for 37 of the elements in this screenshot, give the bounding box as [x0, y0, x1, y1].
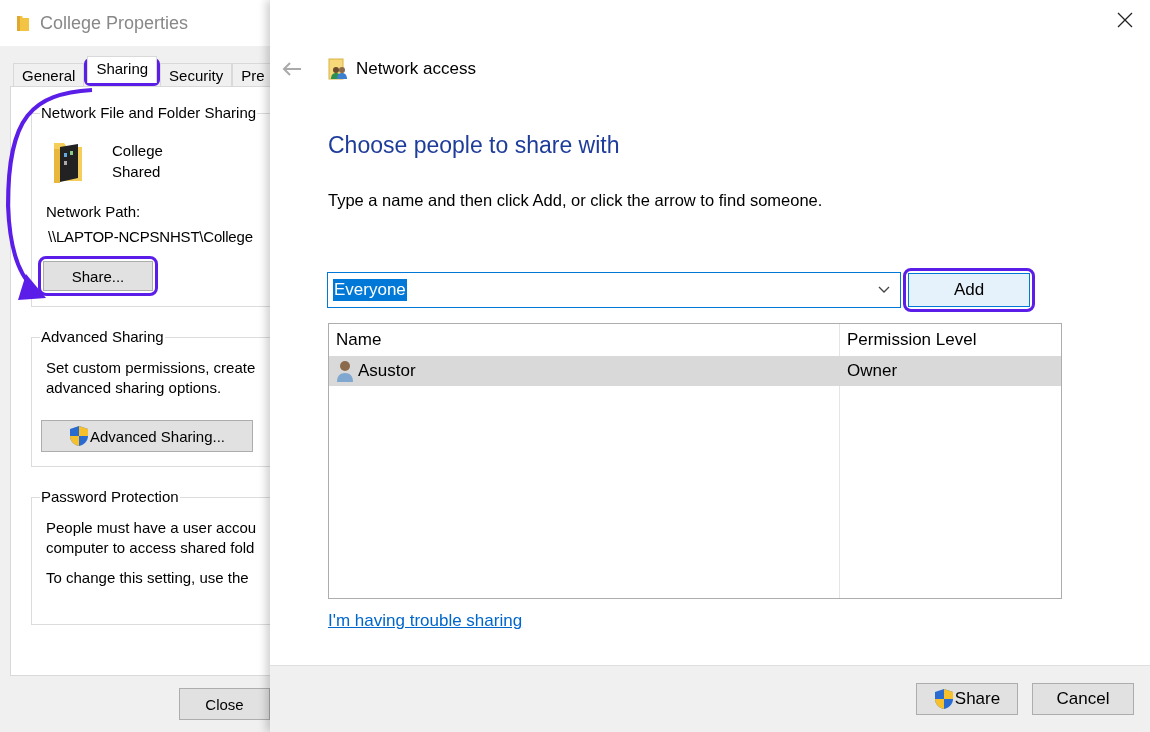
- tab[interactable]: General: [13, 63, 85, 86]
- share-status: Shared: [112, 163, 162, 180]
- description-text: People must have a user accou computer to access shared fold: [46, 518, 258, 558]
- column-header[interactable]: Permission Level: [840, 324, 1061, 356]
- close-icon[interactable]: [1117, 12, 1133, 28]
- name-combo-box[interactable]: Everyone: [327, 272, 901, 308]
- add-button[interactable]: Add: [908, 273, 1030, 307]
- permission-level: Owner: [846, 360, 899, 382]
- close-button[interactable]: Close: [179, 688, 270, 720]
- tab[interactable]: Sharing: [87, 56, 158, 83]
- share-button[interactable]: Share: [916, 683, 1018, 715]
- tab[interactable]: Pre: [232, 63, 270, 86]
- table-row[interactable]: Asustor Owner: [329, 356, 1061, 386]
- user-name: Asustor: [358, 361, 416, 381]
- trouble-sharing-link[interactable]: I'm having trouble sharing: [328, 611, 523, 631]
- dialog-title: Network access: [356, 59, 476, 79]
- window-title: College Properties: [40, 12, 189, 34]
- folder-icon: [16, 14, 30, 32]
- setting-note: To change this setting, use the: [46, 568, 250, 588]
- network-path-label: Network Path:: [46, 203, 142, 220]
- shield-icon: [68, 425, 89, 447]
- group-title: Network File and Folder Sharing: [40, 104, 258, 121]
- description-text: Set custom permissions, create advanced sharing options.: [46, 358, 257, 398]
- share-button[interactable]: Share...: [43, 261, 153, 291]
- shield-icon: [933, 688, 954, 710]
- tab[interactable]: Security: [160, 63, 233, 86]
- user-icon: [336, 360, 354, 382]
- heading: Choose people to share with: [328, 132, 621, 159]
- network-path: \\LAPTOP-NCPSNHST\College: [48, 228, 254, 245]
- chevron-down-icon[interactable]: [878, 286, 890, 294]
- group-title: Password Protection: [40, 488, 180, 505]
- shared-folder-icon: [328, 58, 348, 80]
- folder-name: College: [112, 142, 163, 159]
- advanced-sharing-button[interactable]: Advanced Sharing...: [41, 420, 253, 452]
- cancel-button[interactable]: Cancel: [1032, 683, 1134, 715]
- instruction-text: Type a name and then click Add, or click the arrow to find someone.: [328, 191, 824, 210]
- group-title: Advanced Sharing: [40, 328, 165, 345]
